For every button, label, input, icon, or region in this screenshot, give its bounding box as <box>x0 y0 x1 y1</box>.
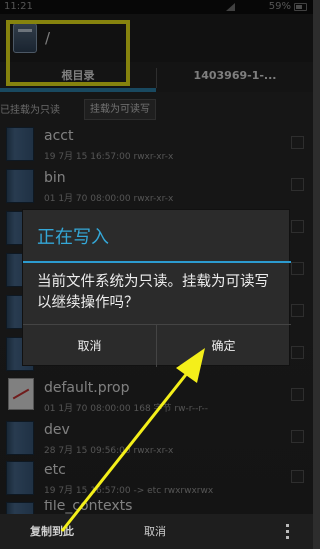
dialog-cancel-button[interactable]: 取消 <box>23 325 156 367</box>
dialog-title: 正在写入 <box>37 227 109 248</box>
write-dialog: 正在写入 当前文件系统为只读。挂载为可读写以继续操作吗？ 取消 确定 <box>22 209 291 367</box>
bottom-bar: 复制到此 取消 <box>0 514 313 549</box>
copy-here-button[interactable]: 复制到此 <box>30 514 74 549</box>
dialog-button-bar: 取消 确定 <box>23 324 291 367</box>
dialog-message: 当前文件系统为只读。挂载为可读写以继续操作吗？ <box>37 274 269 311</box>
overflow-menu-icon[interactable] <box>286 524 289 539</box>
cancel-button[interactable]: 取消 <box>144 514 166 549</box>
dialog-ok-button[interactable]: 确定 <box>157 325 290 367</box>
dialog-title-divider <box>23 261 291 263</box>
